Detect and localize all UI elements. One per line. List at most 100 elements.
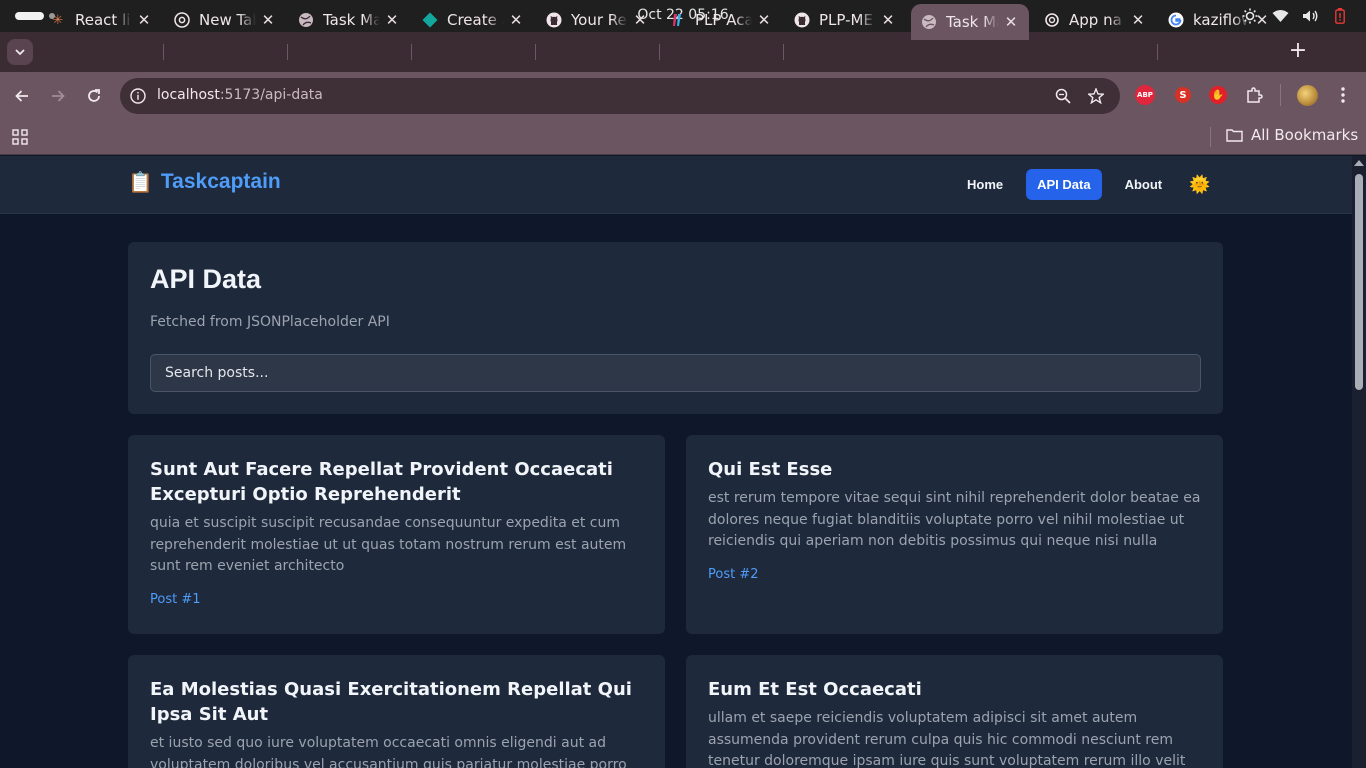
tab-plp-me[interactable]: PLP-ME ✕ — [784, 4, 906, 36]
arrow-right-icon — [52, 90, 65, 102]
back-button[interactable] — [10, 84, 34, 108]
brand-link[interactable]: 📋 Taskcaptain — [128, 170, 281, 194]
tab-your-repos[interactable]: Your Re ✕ — [536, 4, 658, 36]
s-extension-icon[interactable]: S — [1175, 87, 1191, 103]
tab-app-name[interactable]: App na ✕ — [1034, 4, 1156, 36]
theme-toggle-sun-icon[interactable]: 🌞 — [1189, 175, 1210, 195]
close-icon[interactable]: ✕ — [1130, 11, 1146, 29]
close-icon[interactable]: ✕ — [632, 11, 648, 29]
tab-new-tab[interactable]: New Tab ✕ — [164, 4, 286, 36]
close-icon[interactable]: ✕ — [1003, 13, 1019, 31]
address-bar[interactable]: localhost:5173/api-data — [120, 78, 1120, 114]
new-tab-button[interactable]: + — [1286, 40, 1310, 64]
asterisk-icon: ✳ — [52, 12, 64, 28]
page-title: API Data — [150, 264, 262, 294]
nav-api-data[interactable]: API Data — [1026, 169, 1102, 200]
plp-icon — [670, 12, 686, 28]
tab-separator — [659, 44, 660, 60]
close-icon[interactable]: ✕ — [756, 11, 772, 29]
star-icon[interactable] — [1087, 87, 1105, 105]
github-icon — [546, 12, 562, 28]
url-host: localhost — [157, 87, 220, 103]
post-card[interactable]: Qui Est Esse est rerum tempore vitae seq… — [686, 435, 1223, 634]
reload-button[interactable] — [82, 84, 106, 108]
toolbar-separator — [1280, 84, 1281, 106]
tab-title: App na — [1069, 11, 1122, 29]
tab-google-kaziflow[interactable]: kaziflow ✕ — [1158, 4, 1280, 36]
close-icon[interactable]: ✕ — [880, 11, 896, 29]
tab-title: Your Re — [571, 11, 627, 29]
tab-separator — [287, 44, 288, 60]
post-title: Qui Est Esse — [708, 459, 833, 480]
hand-extension-icon[interactable]: ✋ — [1209, 86, 1227, 104]
tab-search-button[interactable] — [7, 39, 33, 65]
globe-icon — [298, 12, 314, 28]
page-subtitle: Fetched from JSONPlaceholder API — [150, 314, 390, 330]
nav-links: Home API Data About 🌞 — [956, 169, 1210, 200]
web-page: 📋 Taskcaptain Home API Data About 🌞 API … — [0, 156, 1352, 768]
tab-task-manager[interactable]: Task Ma ✕ — [288, 4, 410, 36]
tab-task-manager-active[interactable]: Task Ma ✕ — [911, 4, 1029, 40]
post-body: ullam et saepe reiciendis voluptatem adi… — [708, 710, 1186, 768]
tab-strip — [0, 32, 1366, 72]
nav-about[interactable]: About — [1114, 169, 1174, 200]
site-info-icon[interactable] — [129, 87, 147, 105]
arrow-left-icon — [15, 90, 28, 102]
openai-icon — [1044, 12, 1060, 28]
clipboard-icon: 📋 — [128, 170, 153, 194]
tab-create[interactable]: Create a ✕ — [412, 4, 534, 36]
adblock-extension-icon[interactable]: ABP — [1135, 85, 1155, 105]
tab-separator — [1157, 44, 1158, 60]
folder-icon — [1226, 129, 1243, 142]
tab-title: New Tab — [199, 11, 256, 29]
diamond-icon — [422, 12, 438, 28]
github-icon — [794, 12, 810, 28]
close-icon[interactable]: ✕ — [508, 11, 524, 29]
puzzle-icon[interactable] — [1243, 84, 1265, 106]
browser-toolbar: localhost:5173/api-data ABP S ✋ — [0, 72, 1366, 120]
post-number: Post #2 — [708, 567, 759, 582]
all-bookmarks-button[interactable]: All Bookmarks — [1226, 126, 1358, 144]
post-title: Eum Et Est Occaecati — [708, 679, 922, 700]
post-card[interactable]: Sunt Aut Facere Repellat Provident Occae… — [128, 435, 665, 634]
url-text[interactable]: localhost:5173/api-data — [157, 87, 323, 103]
tab-react[interactable]: ✳ React li ✕ — [40, 4, 162, 36]
app-navbar: 📋 Taskcaptain Home API Data About 🌞 — [0, 156, 1352, 214]
volume-icon[interactable] — [1300, 6, 1320, 26]
tab-separator — [535, 44, 536, 60]
scroll-up-arrow-icon[interactable] — [1354, 160, 1364, 166]
post-card[interactable]: Ea Molestias Quasi Exercitationem Repell… — [128, 655, 665, 768]
post-body: quia et suscipit suscipit recusandae con… — [150, 515, 627, 574]
post-card[interactable]: Eum Et Est Occaecati ullam et saepe reic… — [686, 655, 1223, 768]
battery-icon[interactable] — [1330, 6, 1350, 26]
brand-name: Taskcaptain — [160, 170, 281, 193]
close-icon[interactable]: ✕ — [1254, 11, 1270, 29]
tab-title: Task Ma — [946, 13, 999, 31]
reload-icon — [88, 89, 100, 102]
profile-avatar[interactable] — [1297, 85, 1318, 106]
post-body: est rerum tempore vitae sequi sint nihil… — [708, 490, 1201, 549]
tab-title: PLP-ME — [819, 11, 873, 29]
post-body: et iusto sed quo iure voluptatem occaeca… — [150, 735, 627, 768]
apps-grid-icon[interactable] — [12, 129, 28, 145]
post-number: Post #1 — [150, 592, 201, 607]
tab-separator — [163, 44, 164, 60]
post-title: Sunt Aut Facere Repellat Provident Occae… — [150, 459, 613, 505]
kebab-menu-icon[interactable] — [1332, 84, 1354, 106]
nav-home[interactable]: Home — [956, 169, 1014, 200]
header-card: API Data Fetched from JSONPlaceholder AP… — [128, 242, 1223, 414]
close-icon[interactable]: ✕ — [384, 11, 400, 29]
url-path: :5173/api-data — [219, 87, 323, 103]
search-input[interactable] — [150, 354, 1201, 392]
zoom-icon[interactable] — [1054, 87, 1072, 105]
chrome-icon — [174, 12, 190, 28]
tab-title: Task Ma — [323, 11, 380, 29]
bookmarks-bar: All Bookmarks — [0, 120, 1366, 155]
tab-separator — [411, 44, 412, 60]
post-title: Ea Molestias Quasi Exercitationem Repell… — [150, 679, 632, 725]
close-icon[interactable]: ✕ — [260, 11, 276, 29]
tab-plp-academy[interactable]: PLP Aca ✕ — [660, 4, 782, 36]
scrollbar-thumb[interactable] — [1355, 174, 1363, 390]
forward-button[interactable] — [46, 84, 70, 108]
close-icon[interactable]: ✕ — [136, 11, 152, 29]
